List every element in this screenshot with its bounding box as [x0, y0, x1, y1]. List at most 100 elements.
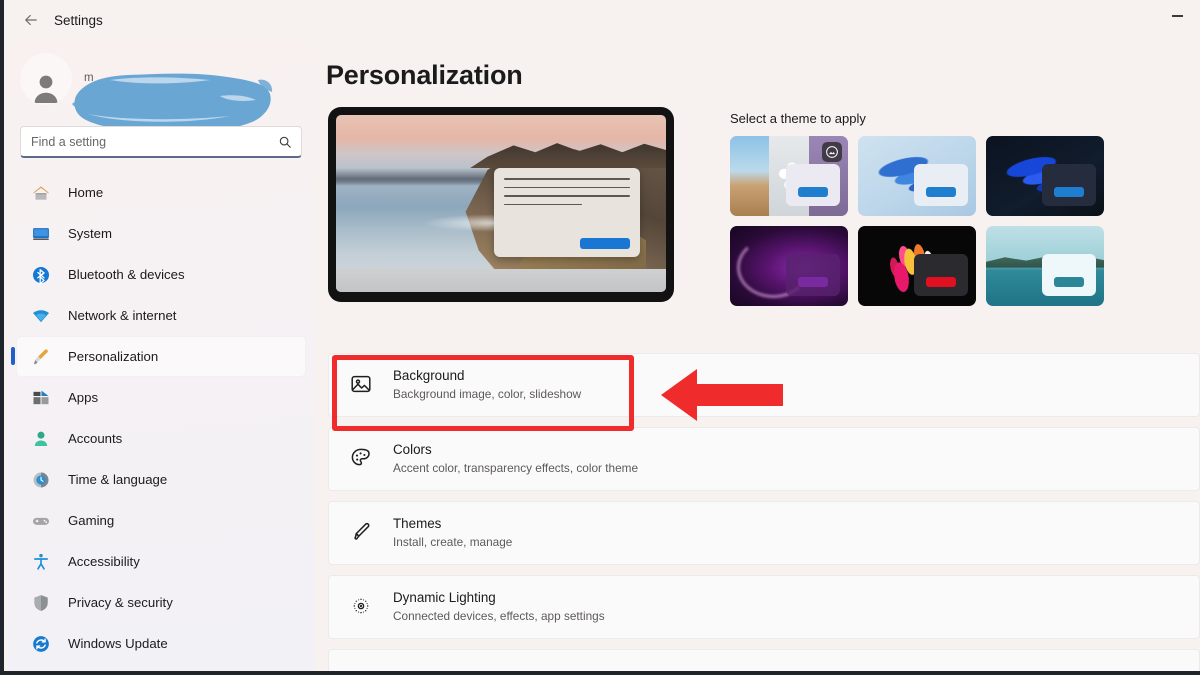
sidebar-item-personalization[interactable]: Personalization: [11, 336, 306, 377]
theme-accent-swatch: [926, 187, 956, 197]
settings-row-subtitle: Accent color, transparency effects, colo…: [393, 461, 639, 476]
account-text: m: [84, 71, 94, 87]
sidebar-item-gaming[interactable]: Gaming: [16, 500, 306, 541]
minimize-icon: [1172, 15, 1183, 17]
settings-row-title: Colors: [393, 442, 432, 458]
preview-line: [504, 203, 582, 206]
sidebar: m Find a setting Home System Bluetooth &…: [8, 40, 314, 671]
theme-collage-pane: [730, 136, 769, 216]
theme-window-mock: [913, 254, 968, 296]
sidebar-item-bluetooth[interactable]: Bluetooth & devices: [16, 254, 306, 295]
title-bar: Settings: [4, 0, 1200, 40]
app-title: Settings: [54, 12, 103, 28]
sidebar-item-label: Network & internet: [68, 308, 177, 323]
theme-accent-swatch: [1054, 187, 1084, 197]
picture-icon: [349, 372, 375, 398]
settings-row-background[interactable]: Background Background image, color, slid…: [328, 353, 1200, 417]
theme-accent-swatch: [798, 277, 828, 287]
theme-windows-light[interactable]: [858, 136, 976, 216]
settings-row-text: Dynamic Lighting Connected devices, effe…: [393, 589, 605, 624]
preview-window-mock: [494, 168, 640, 257]
settings-rows: Background Background image, color, slid…: [328, 353, 1200, 671]
theme-window-mock: [913, 164, 968, 206]
back-button[interactable]: [14, 5, 48, 35]
settings-row-dynamic-lighting[interactable]: Dynamic Lighting Connected devices, effe…: [328, 575, 1200, 639]
shield-icon: [30, 592, 52, 614]
window-controls: [1155, 0, 1200, 40]
theme-flower-dark[interactable]: [858, 226, 976, 306]
account-section[interactable]: m: [8, 40, 314, 138]
theme-accent-swatch: [926, 277, 956, 287]
home-icon: [30, 182, 52, 204]
sidebar-item-accounts[interactable]: Accounts: [16, 418, 306, 459]
paintbrush-outline-icon: [349, 520, 375, 546]
sidebar-item-label: Personalization: [68, 349, 159, 364]
sidebar-nav: Home System Bluetooth & devices Network …: [8, 172, 314, 664]
sidebar-item-label: Gaming: [68, 513, 115, 528]
preview-taskbar: [336, 269, 666, 292]
sidebar-item-label: Apps: [68, 390, 99, 405]
sidebar-item-label: Accessibility: [68, 554, 140, 569]
back-arrow-icon: [25, 14, 37, 26]
system-icon: [30, 223, 52, 245]
sidebar-item-label: Home: [68, 185, 104, 200]
update-icon: [30, 633, 52, 655]
hero-section: Select a theme to apply: [314, 107, 1200, 306]
theme-windows-dark[interactable]: [986, 136, 1104, 216]
paintbrush-icon: [30, 346, 52, 368]
settings-row-title: Themes: [393, 516, 442, 532]
account-email: m: [84, 72, 94, 85]
sidebar-item-privacy-security[interactable]: Privacy & security: [16, 582, 306, 623]
slideshow-image-icon: [822, 142, 842, 162]
clock-icon: [30, 469, 52, 491]
sidebar-item-time-language[interactable]: Time & language: [16, 459, 306, 500]
apps-icon: [30, 387, 52, 409]
theme-lake-light[interactable]: [986, 226, 1104, 306]
preview-screen: [336, 115, 666, 292]
settings-row-subtitle: Background image, color, slideshow: [393, 387, 582, 402]
settings-row-text: Themes Install, create, manage: [393, 515, 512, 550]
preview-line: [504, 186, 630, 189]
settings-row-text: Colors Accent color, transparency effect…: [393, 441, 638, 476]
sidebar-item-label: System: [68, 226, 112, 241]
minimize-button[interactable]: [1155, 0, 1200, 32]
settings-row-subtitle: Connected devices, effects, app settings: [393, 609, 605, 624]
sidebar-item-label: Accounts: [68, 431, 123, 446]
accounts-icon: [30, 428, 52, 450]
theme-purple-glow[interactable]: [730, 226, 848, 306]
sidebar-item-network[interactable]: Network & internet: [16, 295, 306, 336]
sidebar-item-system[interactable]: System: [16, 213, 306, 254]
themes-label: Select a theme to apply: [730, 111, 866, 126]
theme-slideshow-flowers[interactable]: [730, 136, 848, 216]
settings-row-partial[interactable]: [328, 649, 1200, 671]
user-avatar-icon: [34, 75, 58, 103]
settings-row-colors[interactable]: Colors Accent color, transparency effect…: [328, 427, 1200, 491]
sidebar-item-windows-update[interactable]: Windows Update: [16, 623, 306, 664]
dynamic-lighting-icon: [349, 594, 375, 620]
network-icon: [30, 305, 52, 327]
sidebar-item-label: Bluetooth & devices: [68, 267, 185, 282]
settings-row-subtitle: Install, create, manage: [393, 535, 513, 550]
avatar: [20, 53, 72, 105]
settings-window: Settings m Find a setting Home System Bl…: [0, 0, 1200, 675]
sidebar-item-label: Privacy & security: [68, 595, 173, 610]
bluetooth-icon: [30, 264, 52, 286]
sidebar-item-apps[interactable]: Apps: [16, 377, 306, 418]
preview-line: [504, 195, 630, 197]
accessibility-icon: [30, 551, 52, 573]
themes-section: Select a theme to apply: [730, 107, 1104, 306]
sidebar-item-home[interactable]: Home: [16, 172, 306, 213]
settings-row-themes[interactable]: Themes Install, create, manage: [328, 501, 1200, 565]
sidebar-item-label: Time & language: [68, 472, 168, 487]
theme-window-mock: [785, 254, 840, 296]
page-title: Personalization: [326, 60, 523, 90]
sidebar-item-label: Windows Update: [68, 636, 168, 651]
main-content: Personalization Select a theme to apply …: [314, 40, 1200, 671]
sidebar-item-accessibility[interactable]: Accessibility: [16, 541, 306, 582]
search-box[interactable]: [20, 126, 302, 158]
palette-icon: [349, 446, 375, 472]
search-input[interactable]: [21, 134, 301, 149]
desktop-preview: [328, 107, 674, 302]
settings-row-title: Background: [393, 368, 465, 384]
theme-window-mock: [1041, 254, 1096, 296]
